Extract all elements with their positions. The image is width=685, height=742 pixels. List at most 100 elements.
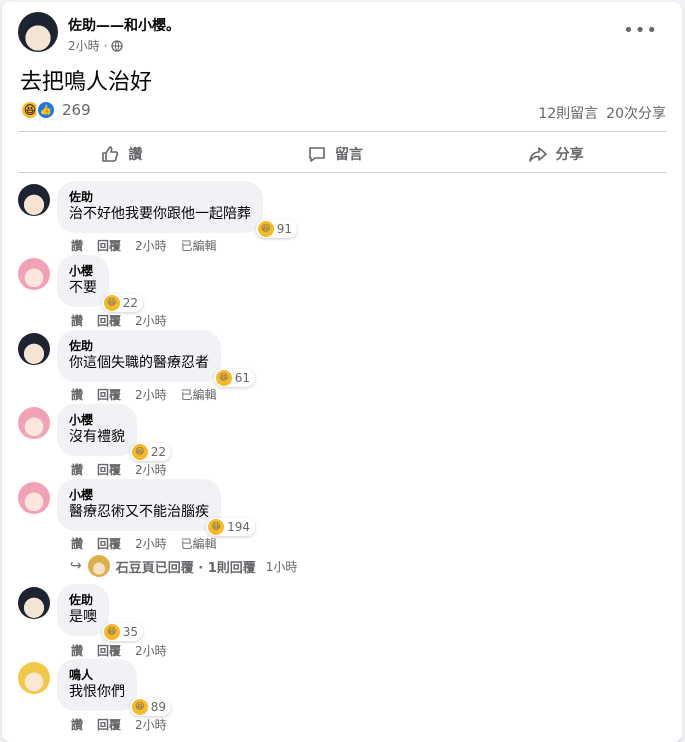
commenter-avatar[interactable] [18,662,50,694]
comment-like-button[interactable]: 讚 [71,386,83,403]
comment-reaction-count: 194 [227,520,250,534]
commenter-avatar[interactable] [18,587,50,619]
post-author[interactable]: 佐助——和小櫻。 [68,15,180,35]
commenter-name[interactable]: 佐助 [69,338,209,354]
reply-arrow-icon: ↪ [70,558,82,574]
commenter-avatar[interactable] [18,407,50,439]
more-options-button[interactable]: ••• [623,20,658,41]
commenter-name[interactable]: 鳴人 [69,667,125,683]
comment-reply-button[interactable]: 回覆 [97,237,121,254]
commenter-name[interactable]: 小櫻 [69,487,209,503]
action-bar: 讚 留言 分享 [18,135,666,173]
comment-actions: 讚 回覆 2小時 [71,642,167,659]
comments-count-link[interactable]: 12則留言 [538,103,598,123]
comment-reactions[interactable]: 😆 89 [129,698,171,716]
commenter-name[interactable]: 佐助 [69,592,97,608]
comment-bubble-icon [309,147,325,162]
comment-like-button[interactable]: 讚 [71,642,83,659]
comment-text: 沒有禮貌 [69,429,125,445]
comment-like-button[interactable]: 讚 [71,312,83,329]
comment-reaction-count: 91 [276,222,292,236]
comment-time[interactable]: 2小時 [135,312,167,329]
shares-count-link[interactable]: 20次分享 [606,103,666,123]
comment-text: 醫療忍術又不能治腦疾 [69,504,209,520]
post-text: 去把鳴人治好 [20,70,153,95]
view-replies-link[interactable]: ↪ 石豆頁已回覆 · 1則回覆 1小時 [70,555,297,577]
comment-label: 留言 [334,147,363,163]
edited-label: 已編輯 [180,239,217,253]
share-button[interactable]: 分享 [498,138,614,170]
comment-like-button[interactable]: 讚 [71,461,83,478]
post-timestamp: 2小時 · [68,37,124,54]
commenter-avatar[interactable] [18,333,50,365]
post-reactions[interactable]: 😆 👍 269 [20,100,91,120]
like-label: 讚 [128,147,143,163]
commenter-avatar[interactable] [18,482,50,514]
commenter-name[interactable]: 小櫻 [69,263,97,279]
comment-text: 不要 [69,280,97,296]
comment-bubble: 小櫻 醫療忍術又不能治腦疾 😆 194 [57,479,255,536]
divider-top [18,131,666,132]
comment-reply-button[interactable]: 回覆 [97,312,121,329]
edited-label: 已編輯 [180,388,217,402]
comment-like-button[interactable]: 讚 [71,716,83,733]
comment-text: 治不好他我要你跟他一起陪葬 [69,206,251,222]
comment-reply-button[interactable]: 回覆 [97,461,121,478]
comment-actions: 讚 回覆 2小時 已編輯 [71,237,217,254]
comment-reactions[interactable]: 😆 22 [101,294,143,312]
comment-actions: 讚 回覆 2小時 [71,461,167,478]
replies-summary-text[interactable]: 石豆頁已回覆 · 1則回覆 [116,557,256,576]
comment-actions: 讚 回覆 2小時 [71,716,167,733]
commenter-name[interactable]: 小櫻 [69,412,125,428]
haha-reaction-icon: 😆 [103,295,120,311]
share-arrow-icon [528,147,547,162]
post-stats: 12則留言 20次分享 [538,103,666,123]
comment-reply-button[interactable]: 回覆 [97,716,121,733]
comment-reaction-count: 35 [122,625,138,639]
comment-time[interactable]: 2小時 [135,642,167,659]
commenter-avatar[interactable] [18,184,50,216]
comment-reply-button[interactable]: 回覆 [97,535,121,552]
comment-reactions[interactable]: 😆 22 [129,443,171,461]
comment-time[interactable]: 2小時 [135,716,167,733]
comment-actions: 讚 回覆 2小時 [71,312,167,329]
haha-reaction-icon: 😆 [215,370,232,386]
commenter-avatar[interactable] [18,258,50,290]
dot-separator: · [103,38,108,53]
comment-bubble: 小櫻 不要 😆 22 [57,255,143,312]
comment-reactions[interactable]: 😆 61 [213,369,255,387]
comment-button[interactable]: 留言 [277,138,393,170]
comment-time[interactable]: 2小時 [135,237,167,254]
comment-bubble: 小櫻 沒有禮貌 😆 22 [57,404,171,461]
comment-actions: 讚 回覆 2小時 已編輯 [71,386,217,403]
author-avatar[interactable] [18,12,58,52]
replier-avatar [87,555,110,577]
comment-time[interactable]: 2小時 [135,535,167,552]
reaction-count: 269 [62,101,91,119]
comment-time[interactable]: 2小時 [135,461,167,478]
comment-like-button[interactable]: 讚 [71,237,83,254]
like-reaction-icon: 👍 [36,100,56,120]
replies-time: 1小時 [265,559,298,574]
haha-reaction-icon: 😆 [131,699,148,715]
comment-reactions[interactable]: 😆 194 [206,518,255,536]
comment-reactions[interactable]: 😆 91 [255,220,297,238]
thumbs-up-icon [102,146,119,162]
comment-reply-button[interactable]: 回覆 [97,386,121,403]
post-time-text[interactable]: 2小時 [68,37,100,54]
comment-bubble: 佐助 是噢 😆 35 [57,584,143,641]
comment-time[interactable]: 2小時 [135,386,167,403]
share-label: 分享 [555,147,584,163]
comment-reaction-count: 22 [122,296,138,310]
edited-label: 已編輯 [180,537,217,551]
like-button[interactable]: 讚 [70,138,172,170]
comment-reaction-count: 61 [234,371,250,385]
haha-reaction-icon: 😆 [257,221,274,237]
globe-icon [111,39,124,52]
comment-reactions[interactable]: 😆 35 [101,623,143,641]
comment-reply-button[interactable]: 回覆 [97,642,121,659]
post-card: 佐助——和小櫻。 2小時 · ••• 去把鳴人治好 😆 👍 269 12則留言 … [2,2,682,742]
comment-text: 我恨你們 [69,684,125,700]
comment-like-button[interactable]: 讚 [71,535,83,552]
commenter-name[interactable]: 佐助 [69,189,251,205]
